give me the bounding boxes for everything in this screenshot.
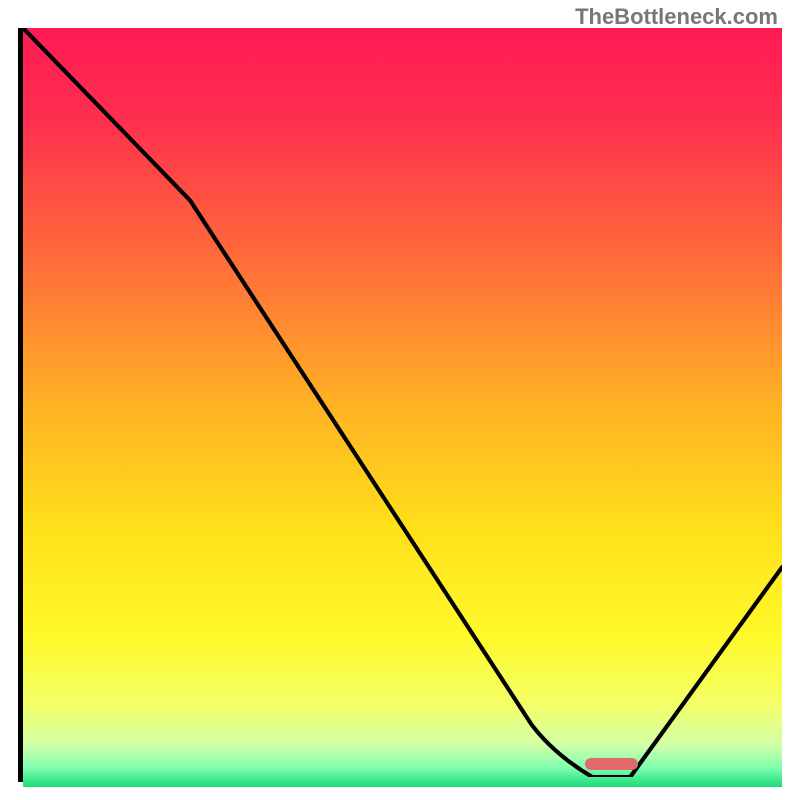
watermark-text: TheBottleneck.com <box>575 4 778 30</box>
optimum-marker <box>585 758 638 770</box>
plot-area <box>18 28 782 782</box>
curve-line <box>23 28 782 777</box>
